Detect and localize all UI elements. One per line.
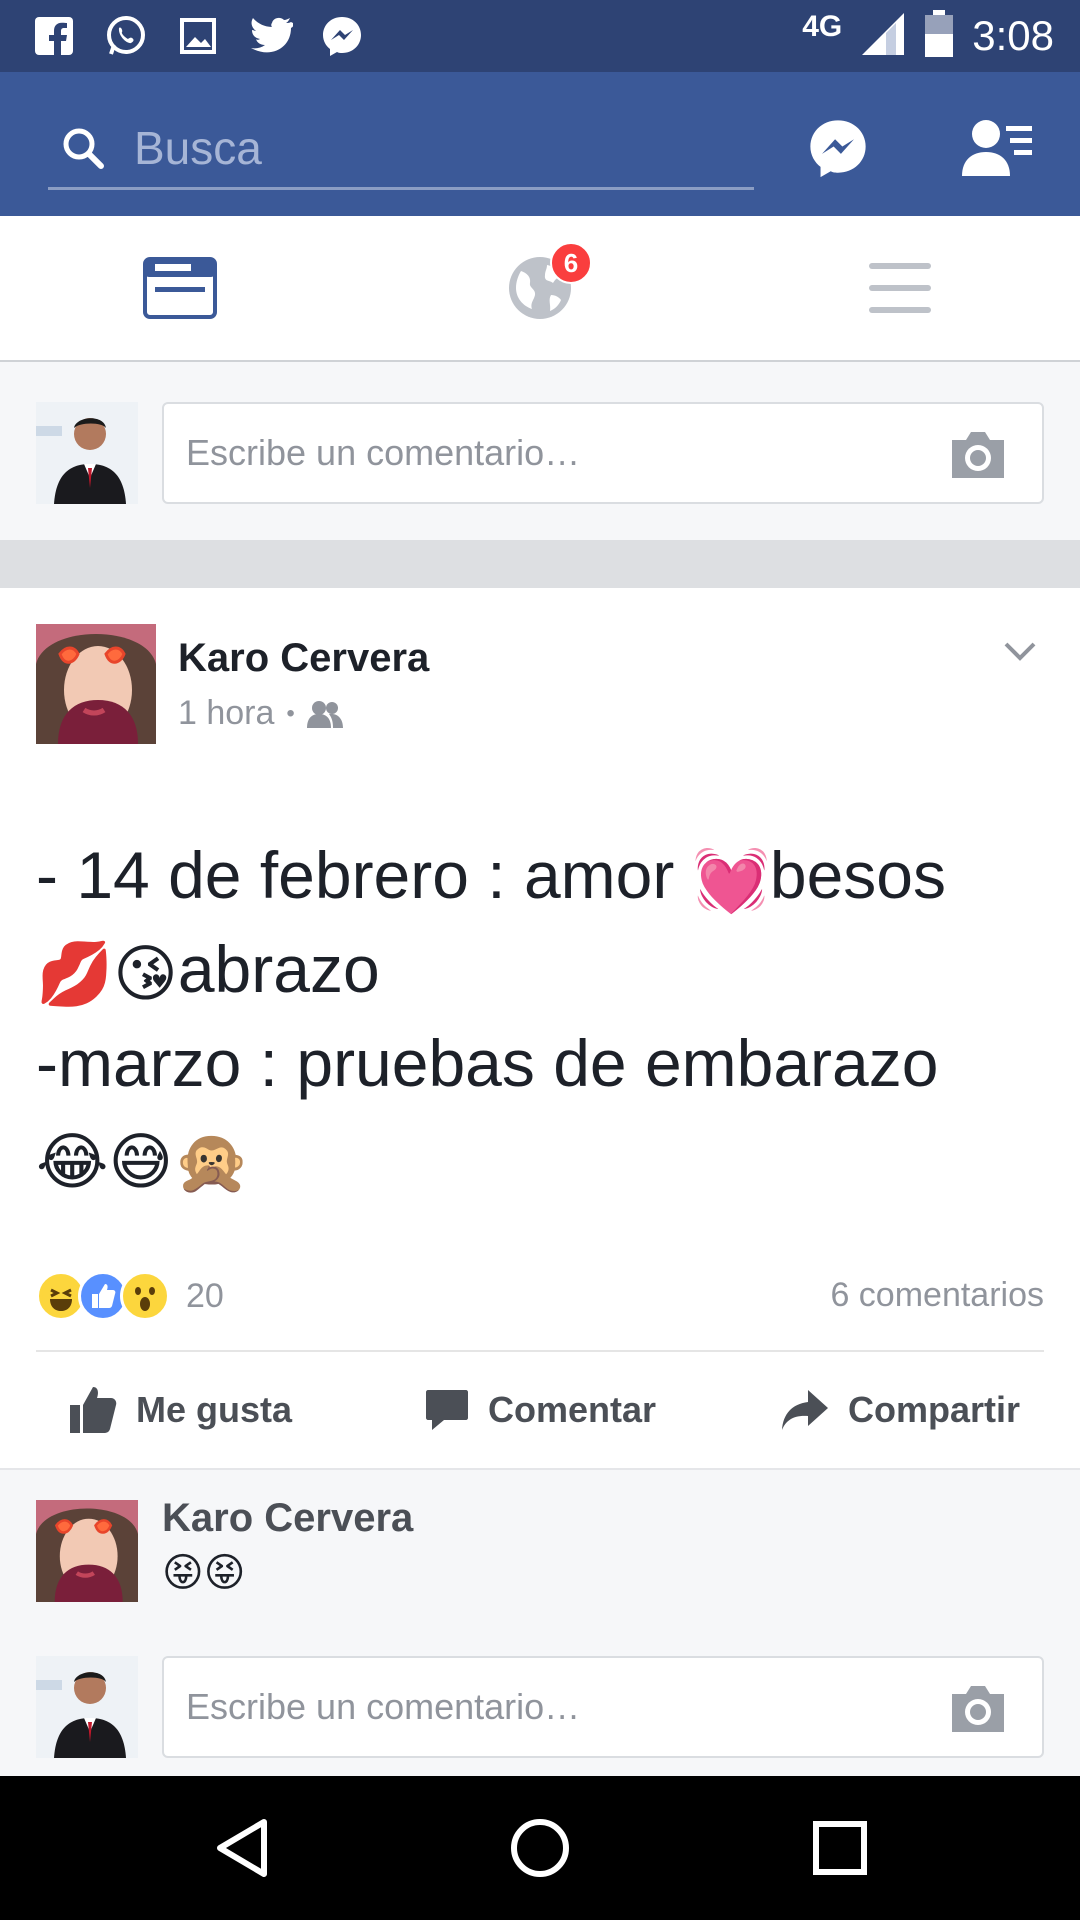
top-app-bar bbox=[0, 72, 1080, 216]
camera-icon[interactable] bbox=[948, 1682, 1008, 1734]
post-actions: Me gusta Comentar Compartir bbox=[0, 1352, 1080, 1468]
post-author[interactable]: Karo Cervera bbox=[178, 636, 429, 681]
messenger-button[interactable] bbox=[798, 108, 878, 188]
post-line-3: -marzo : pruebas de embarazo bbox=[36, 1026, 939, 1100]
comment-input[interactable] bbox=[186, 432, 926, 474]
author-avatar[interactable] bbox=[36, 624, 156, 744]
comment-input[interactable] bbox=[186, 1686, 926, 1728]
tab-news-feed[interactable] bbox=[0, 216, 360, 360]
clock: 3:08 bbox=[972, 12, 1054, 59]
comments-count[interactable]: 6 comentarios bbox=[830, 1276, 1044, 1315]
post-text: - 14 de febrero : amor 💓besos 💋😘abrazo -… bbox=[36, 828, 1046, 1204]
comment-box[interactable] bbox=[162, 402, 1044, 504]
post-line-4: 😂😅🙊 bbox=[36, 1110, 1046, 1204]
tab-notifications[interactable] bbox=[360, 216, 720, 360]
kiss-mark-emoji: 💋 bbox=[36, 939, 114, 1009]
signal-icon bbox=[860, 11, 906, 62]
avatar bbox=[36, 1656, 138, 1758]
menu-icon bbox=[869, 263, 931, 313]
post-meta: 1 hora • bbox=[178, 694, 343, 733]
back-triangle-icon bbox=[217, 1819, 267, 1877]
friend-requests-button[interactable] bbox=[958, 108, 1038, 188]
share-label: Compartir bbox=[847, 1389, 1021, 1430]
post-line-1-text: - 14 de febrero : amor bbox=[36, 838, 693, 912]
post-line-2: 💋😘abrazo bbox=[36, 922, 1046, 1016]
home-circle-icon bbox=[511, 1819, 569, 1877]
comment-button[interactable]: Comentar bbox=[360, 1388, 720, 1432]
comment-composer-bottom bbox=[0, 1636, 1080, 1776]
navigation-bar bbox=[0, 1776, 1080, 1920]
news-feed-icon bbox=[143, 257, 217, 319]
comment-icon bbox=[425, 1390, 468, 1430]
share-icon bbox=[781, 1390, 828, 1430]
tab-bar: 6 bbox=[0, 216, 1080, 362]
meta-dot: • bbox=[286, 699, 295, 727]
like-button[interactable]: Me gusta bbox=[0, 1385, 360, 1435]
post-line-1: - 14 de febrero : amor 💓besos bbox=[36, 828, 1046, 922]
twitter-icon bbox=[246, 12, 294, 60]
commenter-avatar[interactable] bbox=[36, 1500, 138, 1602]
comment-item: Karo Cervera 😝😝 bbox=[0, 1468, 1080, 1636]
comment-composer-top bbox=[0, 362, 1080, 540]
facebook-icon bbox=[30, 12, 78, 60]
post-line-2-text: abrazo bbox=[177, 932, 380, 1006]
search-input[interactable] bbox=[134, 120, 694, 175]
friend-requests-icon bbox=[962, 120, 1032, 176]
notification-badge: 6 bbox=[550, 242, 592, 284]
speak-no-evil-monkey-emoji: 🙊 bbox=[173, 1127, 251, 1197]
network-type: 4G bbox=[802, 10, 843, 43]
comment-label: Comentar bbox=[487, 1389, 657, 1430]
post-line-1-besos: besos bbox=[769, 838, 946, 912]
like-label: Me gusta bbox=[135, 1389, 293, 1430]
section-divider bbox=[0, 540, 1080, 588]
tab-menu[interactable] bbox=[720, 216, 1080, 360]
back-button[interactable] bbox=[200, 1806, 284, 1890]
notification-icons bbox=[0, 12, 366, 60]
sweat-smile-emoji: 😅 bbox=[108, 1127, 174, 1197]
post-time[interactable]: 1 hora bbox=[178, 694, 274, 733]
chevron-down-icon[interactable] bbox=[1000, 632, 1040, 672]
reaction-count: 20 bbox=[186, 1276, 224, 1315]
messenger-icon bbox=[318, 12, 366, 60]
comment-author[interactable]: Karo Cervera bbox=[162, 1496, 413, 1541]
kissing-face-emoji: 😘 bbox=[113, 939, 178, 1009]
home-button[interactable] bbox=[498, 1806, 582, 1890]
feed-post: Karo Cervera 1 hora • - 14 de febrero : … bbox=[0, 588, 1080, 1468]
comment-box[interactable] bbox=[162, 1656, 1044, 1758]
battery-icon bbox=[924, 9, 954, 63]
gallery-icon bbox=[174, 12, 222, 60]
messenger-icon bbox=[810, 120, 866, 178]
wow-reaction-icon bbox=[120, 1271, 170, 1321]
thumbs-up-icon bbox=[69, 1387, 117, 1433]
avatar bbox=[36, 402, 138, 504]
friends-audience-icon bbox=[306, 700, 343, 728]
whatsapp-icon bbox=[102, 12, 150, 60]
reactions-summary[interactable]: 20 bbox=[36, 1270, 224, 1322]
recents-square-icon bbox=[813, 1821, 867, 1875]
camera-icon[interactable] bbox=[948, 428, 1008, 480]
search-bar[interactable] bbox=[48, 108, 754, 190]
tears-of-joy-emoji: 😂 bbox=[36, 1127, 109, 1197]
recents-button[interactable] bbox=[798, 1806, 882, 1890]
comment-text: 😝😝 bbox=[162, 1551, 246, 1595]
share-button[interactable]: Compartir bbox=[720, 1388, 1080, 1432]
status-bar: 4G 3:08 bbox=[0, 0, 1080, 72]
heart-emoji: 💓 bbox=[692, 845, 770, 915]
search-icon bbox=[62, 127, 104, 169]
